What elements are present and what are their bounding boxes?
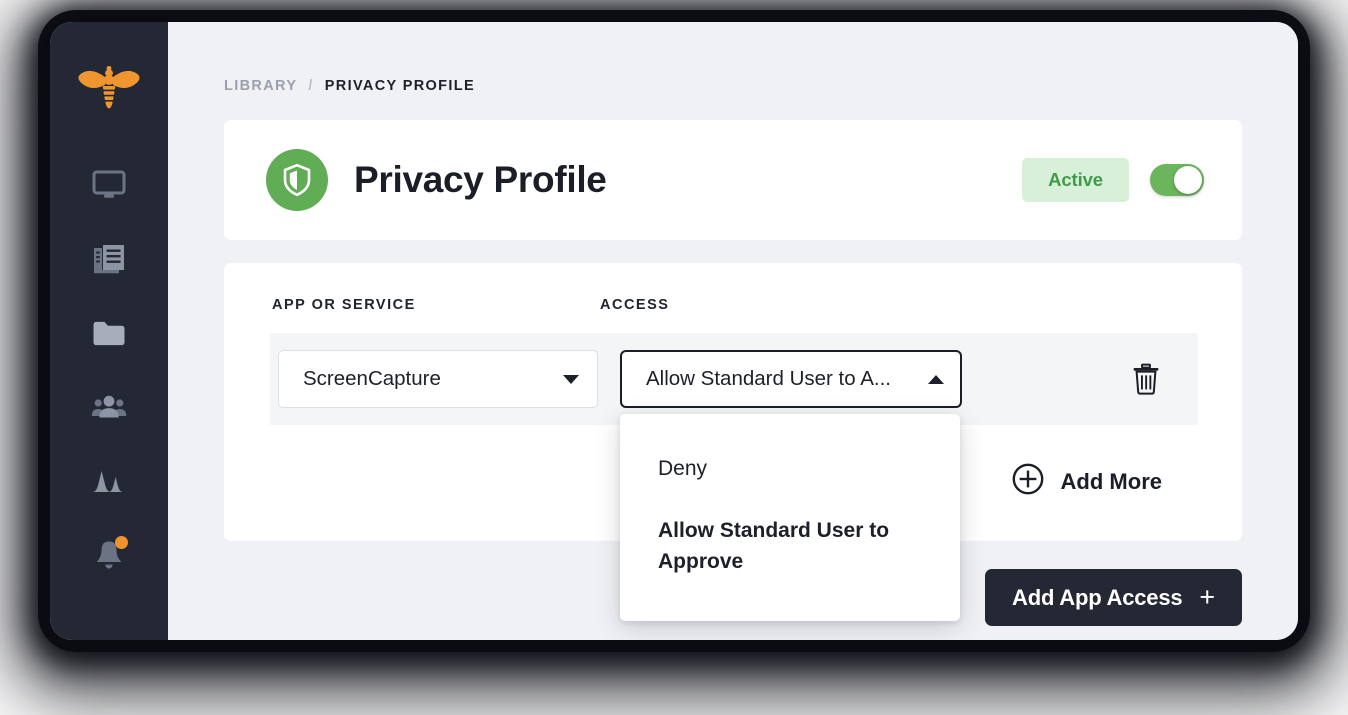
row-actions bbox=[1132, 363, 1184, 395]
header-actions: Active bbox=[1022, 158, 1204, 202]
folder-icon bbox=[92, 320, 126, 346]
profile-header-card: Privacy Profile Active bbox=[224, 120, 1242, 240]
sidebar-item-library[interactable] bbox=[78, 228, 140, 290]
sidebar-item-activity[interactable] bbox=[78, 450, 140, 512]
plus-icon: + bbox=[1199, 582, 1215, 612]
app-select-value: ScreenCapture bbox=[303, 367, 441, 390]
column-header-app: APP OR SERVICE bbox=[272, 297, 416, 313]
breadcrumb-current: PRIVACY PROFILE bbox=[324, 78, 475, 94]
bee-logo-icon[interactable] bbox=[76, 64, 142, 114]
breadcrumb-parent[interactable]: LIBRARY bbox=[224, 78, 297, 94]
shield-icon bbox=[266, 149, 328, 211]
profile-enable-toggle[interactable] bbox=[1150, 164, 1204, 196]
page-title: Privacy Profile bbox=[354, 159, 607, 200]
main-content: LIBRARY / PRIVACY PROFILE Privacy Profil… bbox=[168, 22, 1298, 640]
people-icon bbox=[91, 394, 127, 420]
column-header-access: ACCESS bbox=[600, 297, 670, 313]
sidebar-item-notifications[interactable] bbox=[78, 524, 140, 586]
app-access-card: APP OR SERVICE ACCESS ScreenCapture Allo… bbox=[224, 263, 1242, 622]
add-more-button[interactable]: Add More bbox=[1012, 463, 1162, 501]
toggle-knob bbox=[1174, 166, 1202, 194]
chevron-down-icon bbox=[563, 374, 579, 384]
breadcrumb-separator: / bbox=[308, 78, 314, 94]
plus-circle-icon bbox=[1012, 463, 1044, 501]
add-app-access-label: Add App Access bbox=[1012, 584, 1183, 610]
sidebar-item-devices[interactable] bbox=[78, 154, 140, 216]
dropdown-option-allow-standard-user-to-approve[interactable]: Allow Standard User to Approve bbox=[620, 506, 960, 587]
breadcrumb: LIBRARY / PRIVACY PROFILE bbox=[224, 78, 1242, 94]
access-select[interactable]: Allow Standard User to A... bbox=[620, 350, 962, 408]
app-select[interactable]: ScreenCapture bbox=[278, 350, 598, 408]
table-column-headers: APP OR SERVICE ACCESS bbox=[272, 297, 1198, 313]
documents-icon bbox=[93, 244, 125, 274]
access-select-wrapper: Allow Standard User to A... Deny Allow S… bbox=[620, 350, 962, 622]
add-more-label: Add More bbox=[1060, 469, 1162, 494]
access-dropdown-menu: Deny Allow Standard User to Approve bbox=[620, 414, 960, 622]
trash-icon[interactable] bbox=[1132, 363, 1160, 395]
chevron-up-icon bbox=[928, 374, 944, 384]
notification-badge-dot bbox=[115, 536, 128, 549]
sidebar bbox=[50, 22, 168, 640]
activity-spikes-icon bbox=[92, 468, 126, 494]
app-window: LIBRARY / PRIVACY PROFILE Privacy Profil… bbox=[50, 22, 1298, 640]
monitor-icon bbox=[92, 170, 126, 200]
status-badge: Active bbox=[1022, 158, 1129, 202]
table-row: ScreenCapture Allow Standard User to A..… bbox=[270, 333, 1198, 622]
dropdown-option-deny[interactable]: Deny bbox=[620, 444, 960, 506]
sidebar-item-users[interactable] bbox=[78, 376, 140, 438]
screenshot-stage: LIBRARY / PRIVACY PROFILE Privacy Profil… bbox=[0, 0, 1348, 715]
access-select-value: Allow Standard User to A... bbox=[646, 367, 891, 390]
sidebar-item-files[interactable] bbox=[78, 302, 140, 364]
add-app-access-button[interactable]: Add App Access + bbox=[985, 569, 1242, 626]
